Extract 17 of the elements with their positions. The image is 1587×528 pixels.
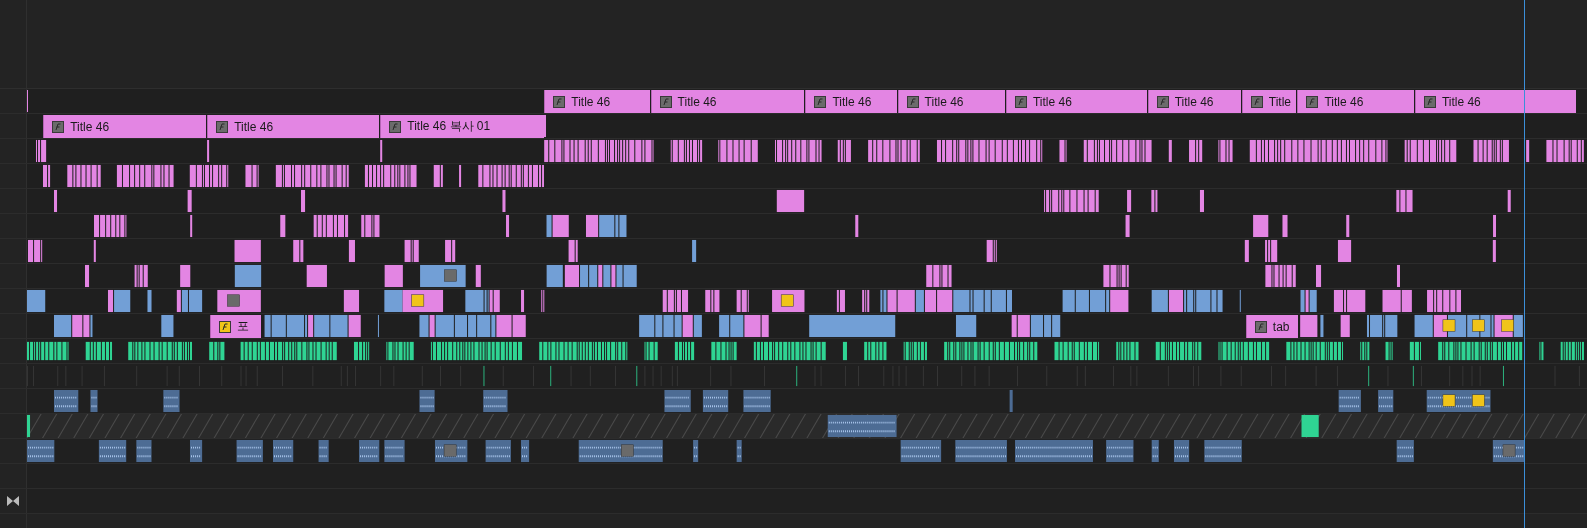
- title-clip[interactable]: Title 46: [897, 90, 1005, 113]
- title-clip[interactable]: Title 46: [207, 115, 380, 138]
- title-clip[interactable]: Title 46: [544, 90, 650, 113]
- title-clip[interactable]: tab: [1245, 315, 1299, 338]
- title-clip[interactable]: Title 46: [1147, 90, 1241, 113]
- sync-icon[interactable]: [7, 496, 19, 506]
- title-clip[interactable]: 포: [210, 315, 261, 338]
- title-clip[interactable]: Title 46: [1297, 90, 1414, 113]
- title-clip[interactable]: Title 46: [1005, 90, 1147, 113]
- title-clip[interactable]: Title 46: [805, 90, 897, 113]
- title-clip[interactable]: Title 46: [43, 115, 207, 138]
- clip-strip-drawing: [27, 89, 28, 113]
- title-clip[interactable]: Title 46 복사 01: [380, 115, 545, 138]
- title-clip[interactable]: Title 46: [1414, 90, 1576, 113]
- title-clip[interactable]: Title 46: [650, 90, 805, 113]
- title-clip[interactable]: Title: [1241, 90, 1297, 113]
- playhead-line[interactable]: [1524, 0, 1526, 528]
